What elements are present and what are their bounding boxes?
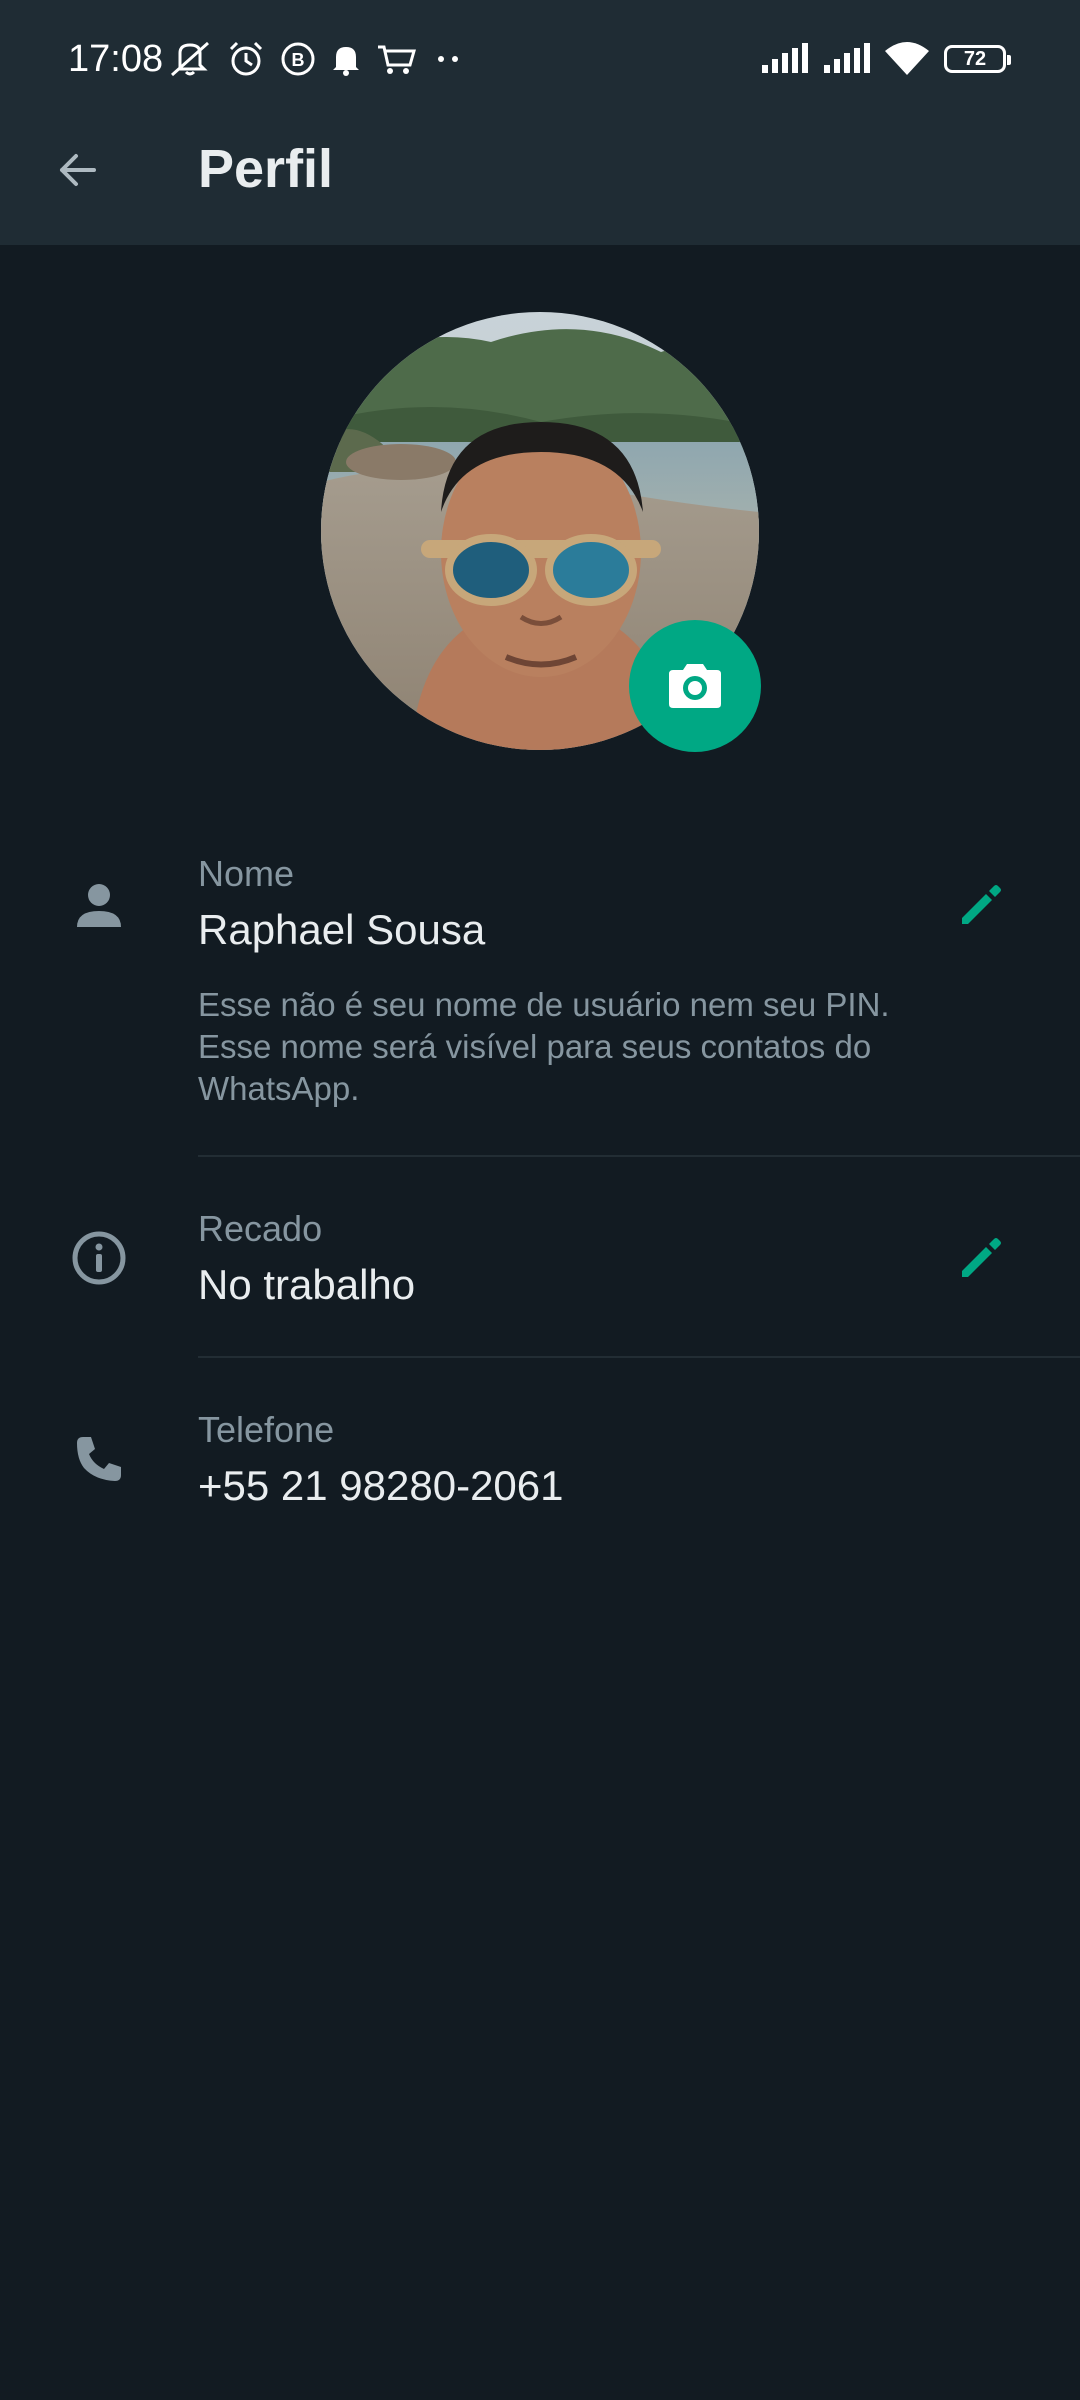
status-bar: 17:08 B 72 xyxy=(0,0,1080,118)
shopping-cart-icon xyxy=(378,45,416,74)
pencil-icon xyxy=(962,885,1001,924)
signal-icon xyxy=(762,43,808,73)
phone-icon xyxy=(77,1437,121,1481)
status-notification-icons: B xyxy=(168,36,466,82)
back-button[interactable] xyxy=(40,132,116,208)
signal-icon-2 xyxy=(824,43,870,73)
change-photo-button[interactable] xyxy=(629,620,761,752)
name-hint-line-1: Esse não é seu nome de usuário nem seu P… xyxy=(198,986,890,1023)
about-row-icon xyxy=(64,1223,134,1293)
person-icon xyxy=(77,884,121,927)
phone-row: Telefone +55 21 98280-2061 xyxy=(0,1396,1080,1556)
divider xyxy=(198,1155,1080,1157)
bell-icon xyxy=(333,47,359,76)
divider xyxy=(198,1356,1080,1358)
status-time: 17:08 xyxy=(68,38,164,80)
name-label: Nome xyxy=(198,853,295,894)
name-row-icon xyxy=(64,870,134,940)
edit-about-button[interactable] xyxy=(944,1223,1016,1295)
edit-name-button[interactable] xyxy=(944,870,1016,942)
battery-level: 72 xyxy=(963,48,987,70)
phone-label: Telefone xyxy=(198,1409,335,1450)
wifi-icon xyxy=(885,42,929,75)
battery-icon: 72 xyxy=(944,45,1011,73)
name-hint-line-3: WhatsApp. xyxy=(198,1070,360,1107)
name-hint-line-2: Esse nome será visível para seus contato… xyxy=(198,1028,872,1065)
about-row[interactable]: Recado No trabalho xyxy=(0,1195,1080,1355)
pencil-icon xyxy=(962,1238,1001,1277)
phone-value: +55 21 98280-2061 xyxy=(198,1462,564,1509)
camera-icon xyxy=(669,664,721,708)
about-label: Recado xyxy=(198,1208,323,1249)
info-icon xyxy=(72,1231,126,1285)
app-bar: 17:08 B 72 Perfil xyxy=(0,0,1080,245)
arrow-back-icon xyxy=(60,154,96,186)
about-value: No trabalho xyxy=(198,1261,416,1308)
page-title: Perfil xyxy=(198,139,334,199)
profile-photo-container xyxy=(321,312,761,752)
alarm-icon xyxy=(229,41,263,76)
b-app-icon: B xyxy=(281,42,315,76)
svg-text:B: B xyxy=(292,50,305,70)
phone-row-icon xyxy=(64,1424,134,1494)
name-value: Raphael Sousa xyxy=(198,906,486,953)
status-system-icons: 72 xyxy=(760,36,1011,82)
name-row[interactable]: Nome Raphael Sousa Esse não é seu nome d… xyxy=(0,840,1080,1160)
more-notifications-icon xyxy=(438,56,458,62)
vibrate-off-icon xyxy=(171,41,209,77)
